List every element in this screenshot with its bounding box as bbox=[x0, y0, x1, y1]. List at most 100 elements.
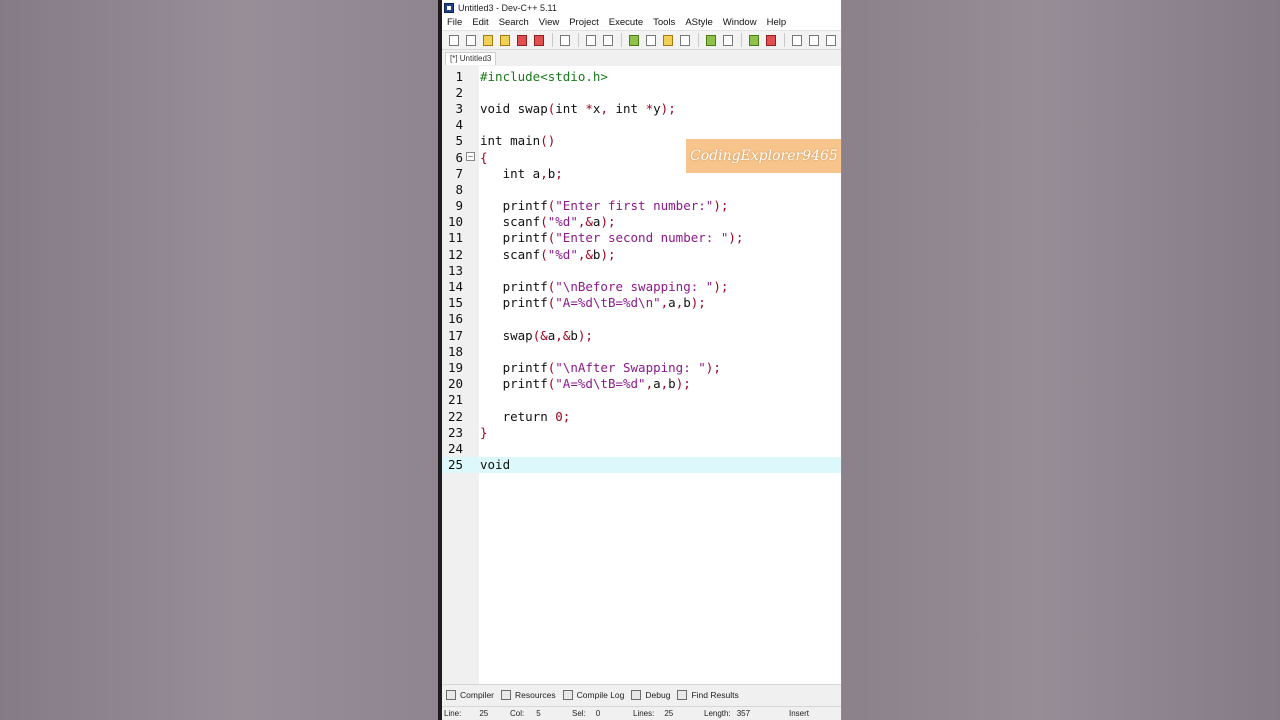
code-line[interactable]: 3 void swap(int *x, int *y); bbox=[442, 100, 841, 116]
menu-tools[interactable]: Tools bbox=[648, 17, 680, 28]
code-text: printf("Enter first number:"); bbox=[480, 198, 729, 214]
code-line[interactable]: 12 scanf("%d",&b); bbox=[442, 246, 841, 262]
code-line[interactable]: 2 bbox=[442, 84, 841, 100]
line-number: 2 bbox=[455, 84, 463, 100]
status-bar: Line: 25 Col: 5 Sel: 0 Lines: 25 Length:… bbox=[442, 706, 841, 720]
open-icon-glyph bbox=[465, 34, 476, 46]
code-line[interactable]: 10 scanf("%d",&a); bbox=[442, 214, 841, 230]
save-all-icon-glyph bbox=[499, 34, 510, 46]
close-all-icon-glyph bbox=[533, 34, 544, 46]
redo-icon[interactable] bbox=[600, 33, 615, 48]
watermark-banner: CodingExplorer9465 bbox=[686, 139, 841, 173]
code-line[interactable]: 4 bbox=[442, 117, 841, 133]
check-icon-glyph bbox=[705, 34, 716, 46]
code-line[interactable]: 16 bbox=[442, 311, 841, 327]
line-number: 1 bbox=[455, 68, 463, 84]
code-line[interactable]: 23} bbox=[442, 424, 841, 440]
check-icon bbox=[631, 689, 642, 700]
code-line[interactable]: 8 bbox=[442, 181, 841, 197]
class-browser-icon[interactable] bbox=[660, 33, 675, 48]
tab-compiler[interactable]: Compiler bbox=[446, 689, 494, 700]
chart-icon[interactable] bbox=[746, 33, 761, 48]
new-file-icon-glyph bbox=[448, 34, 459, 46]
menu-file[interactable]: File bbox=[442, 17, 467, 28]
code-editor[interactable]: 1 #include<stdio.h> 2 3 void swap(int *x, in… bbox=[442, 66, 841, 684]
toolbar-separator bbox=[784, 33, 785, 47]
window-title: Untitled3 - Dev-C++ 5.11 bbox=[458, 2, 557, 13]
status-lines: Lines: 25 bbox=[633, 709, 674, 718]
tab-find-results[interactable]: Find Results bbox=[677, 689, 739, 700]
menu-help[interactable]: Help bbox=[762, 17, 792, 28]
new-file-icon[interactable] bbox=[446, 33, 461, 48]
code-line[interactable]: 1 #include<stdio.h> bbox=[442, 68, 841, 84]
code-text: } bbox=[480, 424, 488, 440]
line-number: 13 bbox=[447, 262, 463, 278]
grid-icon-glyph bbox=[628, 34, 639, 46]
undo-icon[interactable] bbox=[583, 33, 598, 48]
print-icon[interactable] bbox=[557, 33, 572, 48]
window-icon[interactable] bbox=[643, 33, 658, 48]
status-col: Col: 5 bbox=[510, 709, 541, 718]
find-icon bbox=[677, 689, 688, 700]
zoom-icon[interactable] bbox=[789, 33, 804, 48]
code-line[interactable]: 11 printf("Enter second number: "); bbox=[442, 230, 841, 246]
code-line[interactable]: 17 swap(&a,&b); bbox=[442, 327, 841, 343]
panel-icon[interactable] bbox=[823, 33, 838, 48]
code-line[interactable]: 18 bbox=[442, 343, 841, 359]
tab-resources[interactable]: Resources bbox=[501, 689, 556, 700]
find-icon-glyph bbox=[808, 34, 819, 46]
line-number: 11 bbox=[447, 230, 463, 246]
close-icon[interactable] bbox=[514, 33, 529, 48]
open-icon[interactable] bbox=[463, 33, 478, 48]
line-number: 6 bbox=[455, 149, 463, 165]
code-line[interactable]: 19 printf("\nAfter Swapping: "); bbox=[442, 359, 841, 375]
save-icon-glyph bbox=[482, 34, 493, 46]
print-icon-glyph bbox=[559, 34, 570, 46]
check-icon[interactable] bbox=[703, 33, 718, 48]
menu-view[interactable]: View bbox=[534, 17, 564, 28]
code-line[interactable]: 13 bbox=[442, 262, 841, 278]
find-icon[interactable] bbox=[806, 33, 821, 48]
window-icon-glyph bbox=[645, 34, 656, 46]
code-line[interactable]: 15 printf("A=%d\tB=%d\n",a,b); bbox=[442, 295, 841, 311]
grid-icon[interactable] bbox=[626, 33, 641, 48]
menu-search[interactable]: Search bbox=[494, 17, 534, 28]
menu-execute[interactable]: Execute bbox=[604, 17, 648, 28]
line-number: 21 bbox=[447, 392, 463, 408]
run-icon[interactable] bbox=[763, 33, 778, 48]
menu-project[interactable]: Project bbox=[564, 17, 604, 28]
line-number: 14 bbox=[447, 279, 463, 295]
code-line[interactable]: 25 void bbox=[442, 456, 841, 473]
fold-toggle-icon[interactable]: − bbox=[466, 151, 475, 161]
code-text: void swap(int *x, int *y); bbox=[480, 100, 676, 116]
save-icon[interactable] bbox=[480, 33, 495, 48]
zoom-icon-glyph bbox=[791, 34, 802, 46]
menu-astyle[interactable]: AStyle bbox=[680, 17, 717, 28]
bottom-tab-label: Resources bbox=[515, 689, 556, 700]
code-line[interactable]: 22 return 0; bbox=[442, 408, 841, 424]
toolbar-separator bbox=[741, 33, 742, 47]
code-line[interactable]: 14 printf("\nBefore swapping: "); bbox=[442, 278, 841, 294]
title-bar: Untitled3 - Dev-C++ 5.11 bbox=[442, 0, 841, 15]
tab-debug[interactable]: Debug bbox=[631, 689, 670, 700]
code-text: printf("\nAfter Swapping: "); bbox=[480, 359, 721, 375]
status-sel: Sel: 0 bbox=[572, 709, 601, 718]
line-number: 4 bbox=[455, 117, 463, 133]
code-line[interactable]: 21 bbox=[442, 392, 841, 408]
code-text: printf("Enter second number: "); bbox=[480, 230, 744, 246]
app-icon bbox=[444, 2, 454, 13]
code-line[interactable]: 20 printf("A=%d\tB=%d",a,b); bbox=[442, 376, 841, 392]
line-number: 3 bbox=[455, 100, 463, 116]
menu-window[interactable]: Window bbox=[718, 17, 762, 28]
tab-untitled3[interactable]: [*] Untitled3 bbox=[445, 52, 497, 65]
status-line: Line: 25 bbox=[444, 709, 489, 718]
line-number: 18 bbox=[447, 343, 463, 359]
indent-icon[interactable] bbox=[677, 33, 692, 48]
code-line[interactable]: 24 bbox=[442, 440, 841, 456]
tab-compile-log[interactable]: Compile Log bbox=[562, 689, 624, 700]
code-line[interactable]: 9 printf("Enter first number:"); bbox=[442, 198, 841, 214]
close-all-icon[interactable] bbox=[531, 33, 546, 48]
menu-edit[interactable]: Edit bbox=[467, 17, 493, 28]
save-all-icon[interactable] bbox=[497, 33, 512, 48]
cross-icon[interactable] bbox=[720, 33, 735, 48]
